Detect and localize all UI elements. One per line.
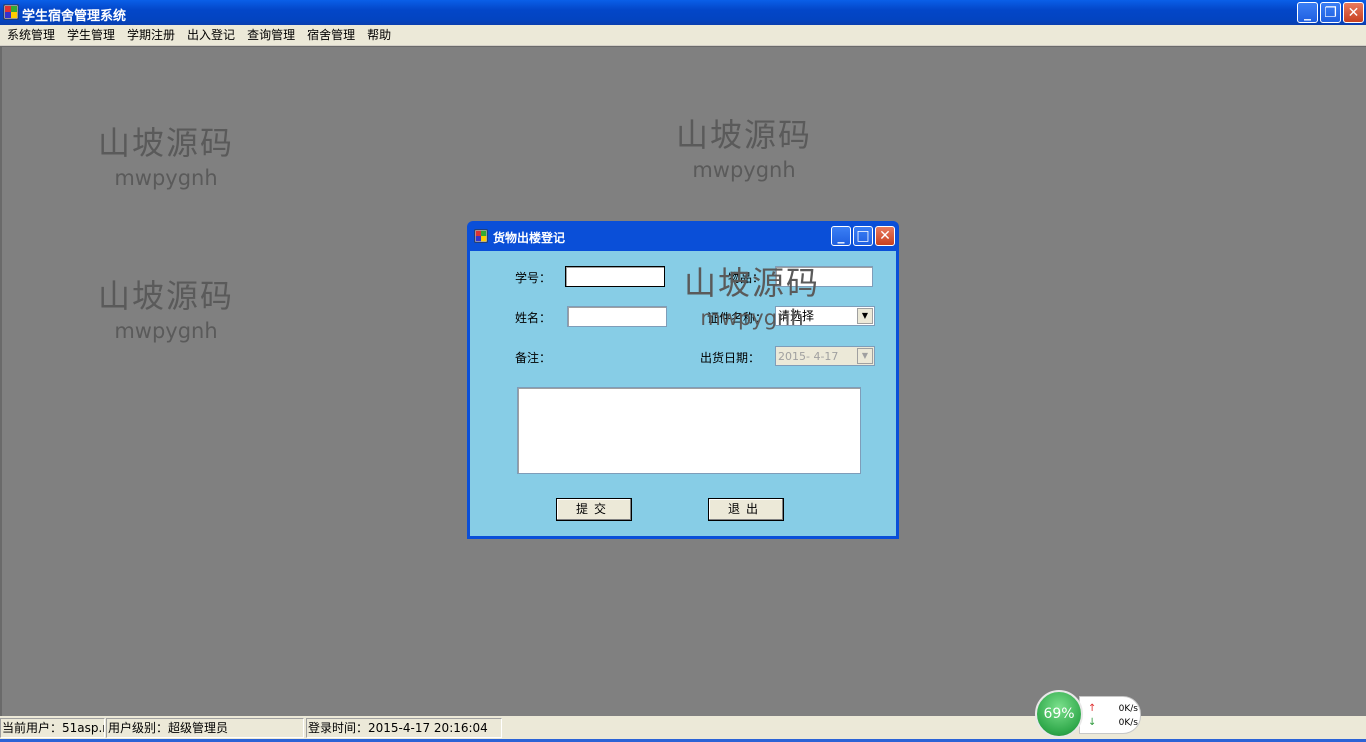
chevron-down-icon[interactable]: ▼ xyxy=(857,308,873,324)
upload-speed: 0K/s xyxy=(1118,703,1138,714)
window-title: 学生宿舍管理系统 xyxy=(22,9,127,24)
menu-system[interactable]: 系统管理 xyxy=(1,25,61,45)
date-value: 2015- 4-17 xyxy=(778,350,839,363)
student-id-input[interactable] xyxy=(565,266,665,287)
date-label: 出货日期： xyxy=(700,351,761,365)
menubar: 系统管理 学生管理 学期注册 出入登记 查询管理 宿舍管理 帮助 xyxy=(0,25,1366,46)
remark-label: 备注： xyxy=(515,351,552,365)
student-id-label: 学号： xyxy=(515,271,552,285)
network-speed-panel: ↑ 0K/s ↓ 0K/s xyxy=(1079,696,1141,734)
menu-query[interactable]: 查询管理 xyxy=(241,25,301,45)
download-arrow-icon: ↓ xyxy=(1088,717,1097,728)
minimize-icon: _ xyxy=(837,228,845,244)
watermark: 山坡源码 mwpygnh xyxy=(97,277,234,343)
restore-button[interactable]: ❐ xyxy=(1320,2,1341,23)
status-login-time: 登录时间：2015-4-17 20:16:04 xyxy=(306,718,502,738)
minimize-icon: _ xyxy=(1304,4,1311,21)
menu-dorm[interactable]: 宿舍管理 xyxy=(301,25,361,45)
submit-button[interactable]: 提交 xyxy=(556,498,632,521)
close-button[interactable]: ✕ xyxy=(1343,2,1364,23)
dialog-close-button[interactable]: ✕ xyxy=(875,226,895,246)
watermark: 山坡源码 mwpygnh xyxy=(675,116,812,182)
date-picker: 2015- 4-17 ▼ xyxy=(775,346,875,366)
watermark: 山坡源码 mwpygnh xyxy=(97,124,234,190)
menu-in-out[interactable]: 出入登记 xyxy=(181,25,241,45)
name-label: 姓名： xyxy=(515,311,552,325)
close-icon: ✕ xyxy=(879,228,891,244)
app-icon xyxy=(3,4,19,20)
dialog-minimize-button[interactable]: _ xyxy=(831,226,851,246)
dialog-maximize-button[interactable]: □ xyxy=(853,226,873,246)
close-icon: ✕ xyxy=(1347,4,1360,21)
name-input[interactable] xyxy=(567,306,667,327)
remark-textarea[interactable] xyxy=(517,387,861,474)
status-user-level: 用户级别：超级管理员 xyxy=(106,718,304,738)
dialog-app-icon xyxy=(474,229,488,243)
menu-term-register[interactable]: 学期注册 xyxy=(121,25,181,45)
menu-student[interactable]: 学生管理 xyxy=(61,25,121,45)
minimize-button[interactable]: _ xyxy=(1297,2,1318,23)
exit-button[interactable]: 退出 xyxy=(708,498,784,521)
statusbar: 当前用户：51asp.n 用户级别：超级管理员 登录时间：2015-4-17 2… xyxy=(0,716,1366,742)
status-current-user: 当前用户：51asp.n xyxy=(0,718,105,738)
maximize-icon: □ xyxy=(856,228,870,244)
menu-help[interactable]: 帮助 xyxy=(361,25,397,45)
upload-arrow-icon: ↑ xyxy=(1088,703,1097,714)
dialog-title: 货物出楼登记 xyxy=(493,231,566,245)
dialog-titlebar: 货物出楼登记 _ □ ✕ xyxy=(470,221,896,251)
restore-icon: ❐ xyxy=(1324,4,1337,21)
download-speed: 0K/s xyxy=(1118,717,1138,728)
watermark: 山坡源码 mwpygnh xyxy=(683,264,820,330)
chevron-down-icon: ▼ xyxy=(857,348,873,364)
main-titlebar: 学生宿舍管理系统 _ ❐ ✕ xyxy=(0,0,1366,25)
memory-percent-badge[interactable]: 69% xyxy=(1035,690,1083,738)
